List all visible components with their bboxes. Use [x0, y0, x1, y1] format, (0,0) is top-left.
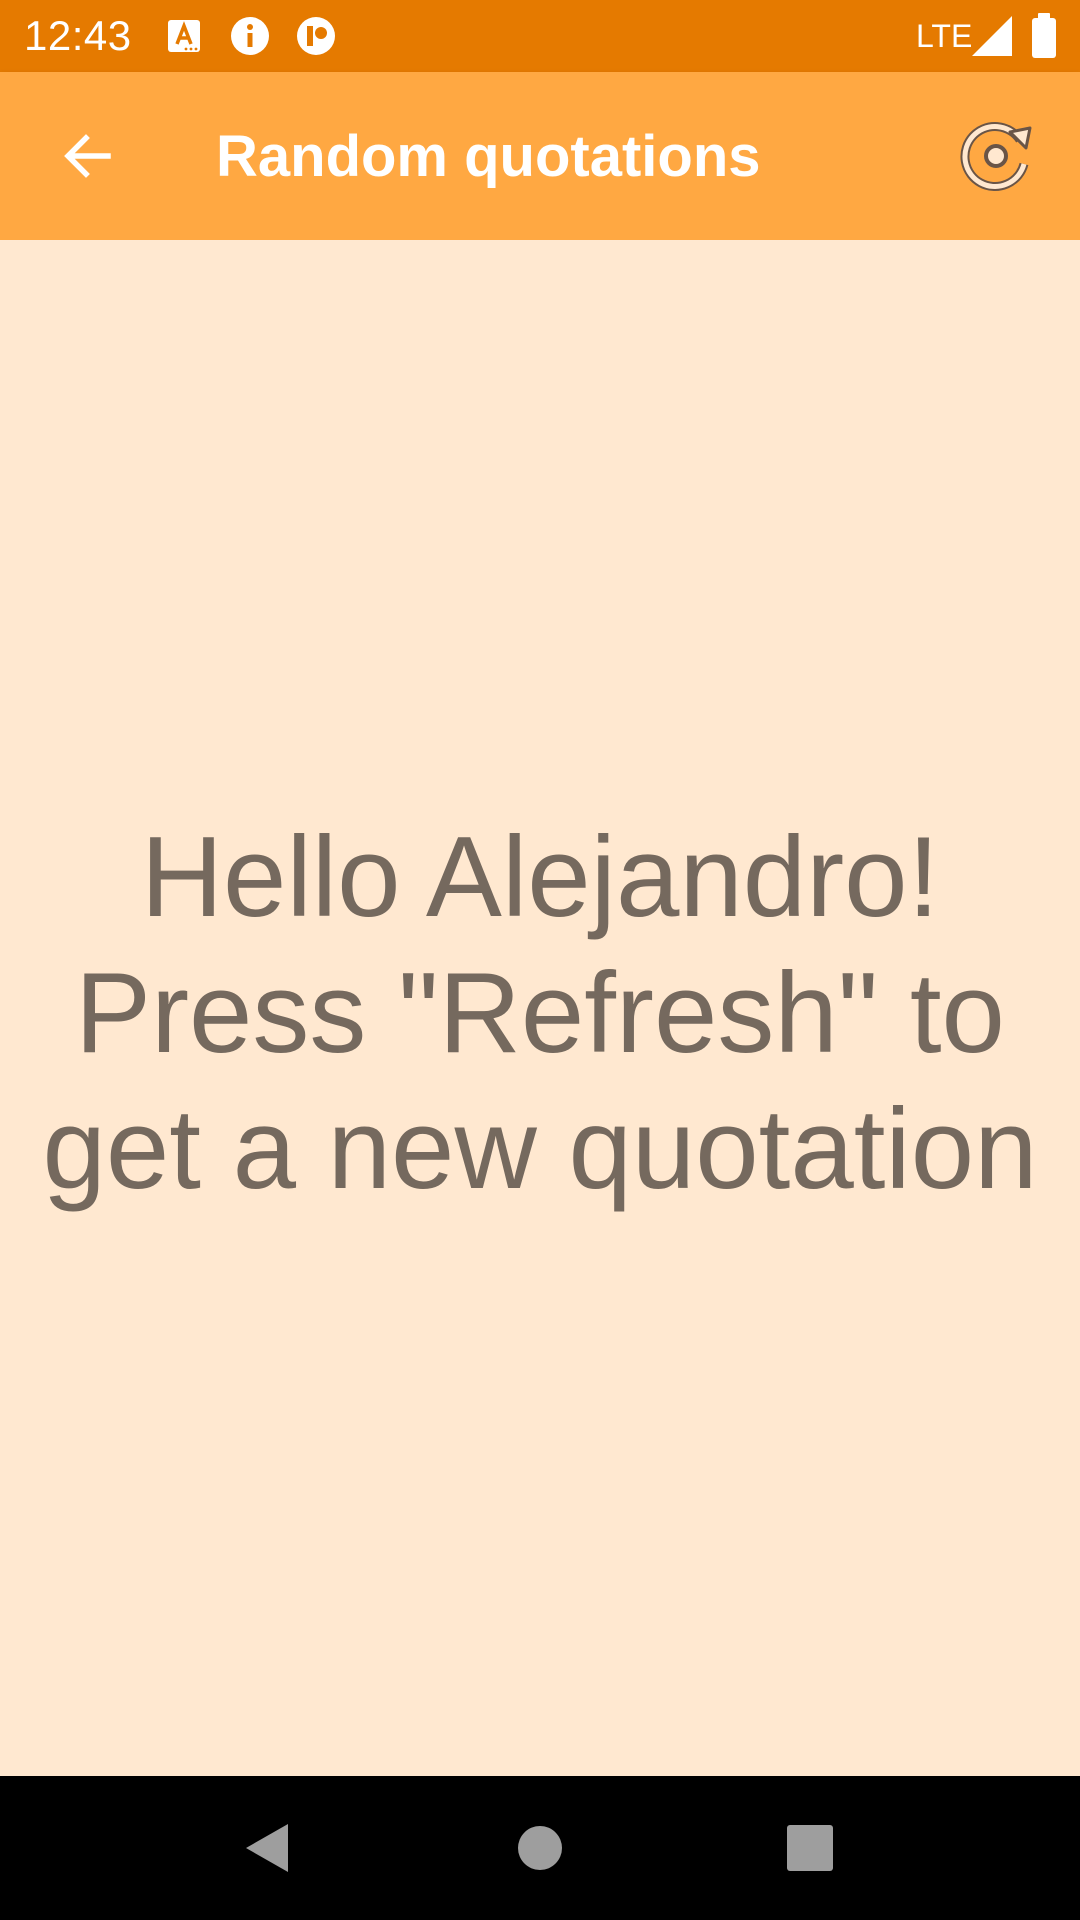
nav-home-button[interactable]: [492, 1800, 588, 1896]
page-title: Random quotations: [216, 124, 761, 189]
message-line-1: Hello Alejandro!: [140, 814, 940, 941]
back-button[interactable]: [40, 108, 136, 204]
info-icon: [228, 14, 272, 58]
signal-icon: [970, 14, 1014, 58]
network-type-label: LTE: [916, 18, 973, 54]
recents-square-icon: [787, 1825, 833, 1871]
message-line-3: get a new quotation: [42, 1086, 1038, 1213]
battery-icon: [1028, 12, 1060, 60]
arrow-back-icon: [64, 134, 111, 178]
app-bar: Random quotations: [0, 72, 1080, 240]
status-time: 12:43: [24, 12, 132, 59]
refresh-icon: [960, 122, 1032, 191]
font-a-icon: [162, 14, 206, 58]
nav-back-button[interactable]: [220, 1800, 316, 1896]
back-triangle-icon: [246, 1824, 288, 1872]
nav-recents-button[interactable]: [762, 1800, 858, 1896]
system-navigation-bar: [0, 1776, 1080, 1920]
status-bar: 12:43 LTE: [0, 0, 1080, 72]
home-circle-icon: [518, 1826, 562, 1870]
app-notification-icon: [294, 14, 338, 58]
message-line-2: Press "Refresh" to: [75, 950, 1005, 1077]
refresh-button[interactable]: [948, 108, 1044, 204]
content-area: Hello Alejandro! Press "Refresh" to get …: [0, 240, 1080, 1776]
greeting-message: Hello Alejandro! Press "Refresh" to get …: [20, 810, 1060, 1218]
